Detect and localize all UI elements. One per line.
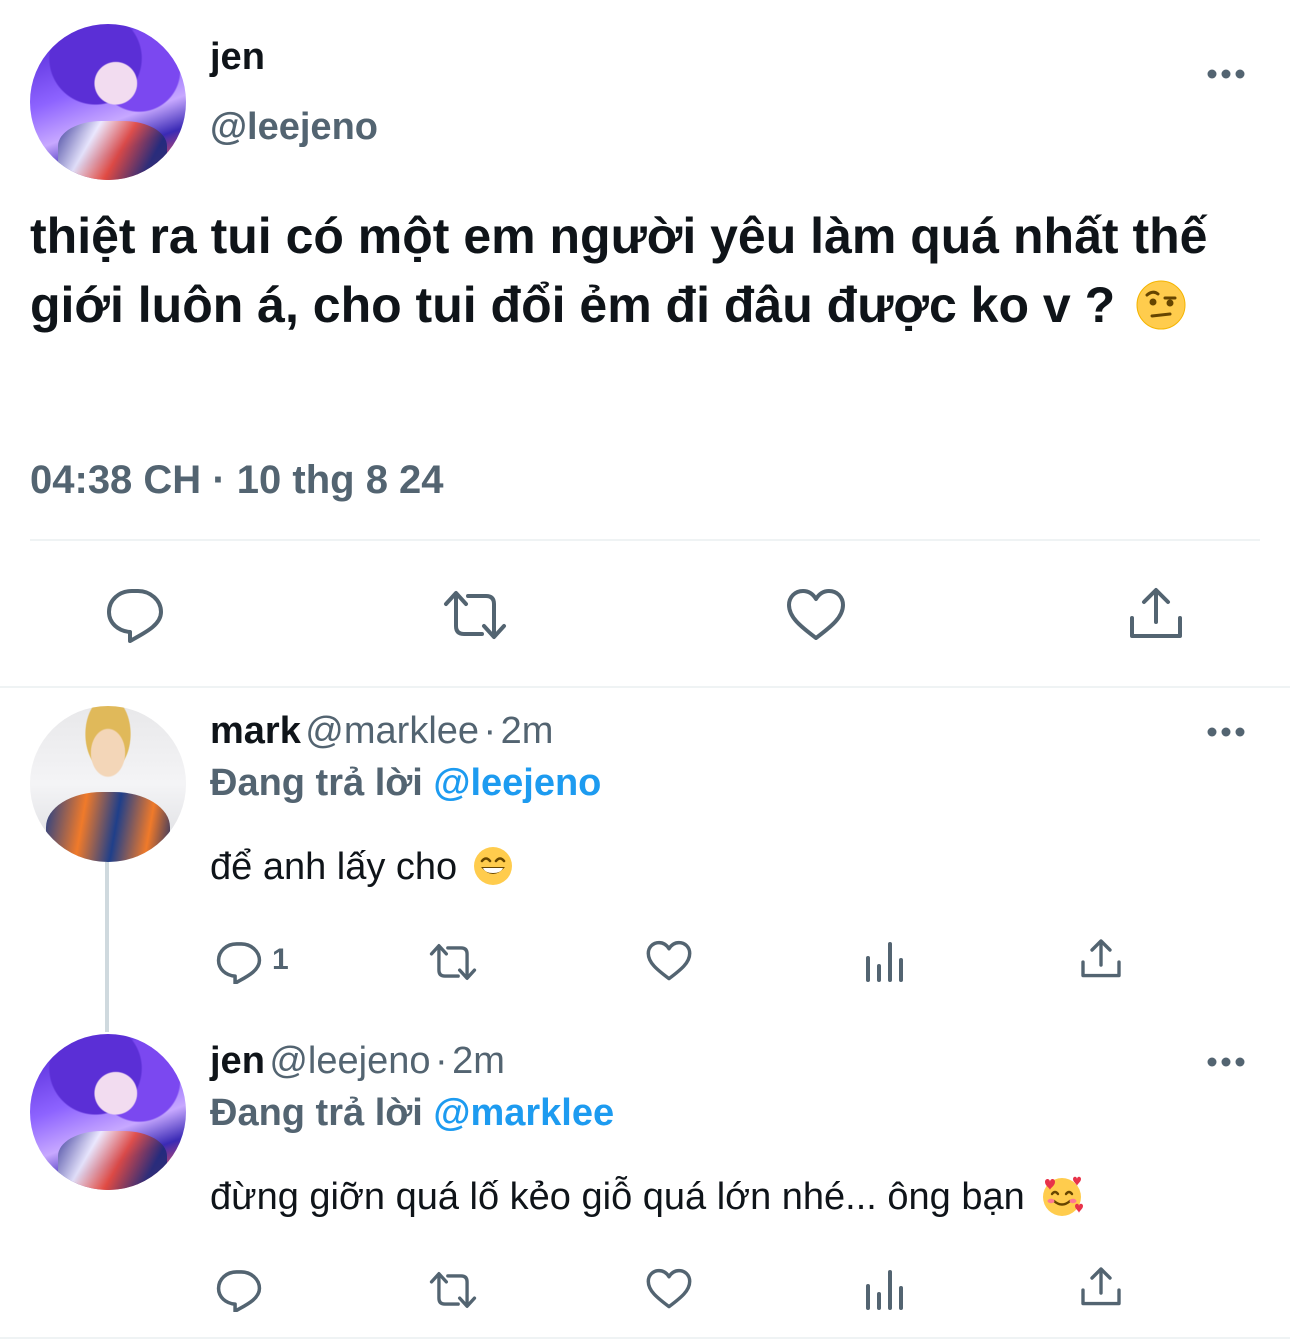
- thread-line: [105, 862, 109, 1032]
- reply-header: jen @leejeno · 2m: [210, 1040, 505, 1083]
- reply-author-name[interactable]: jen: [210, 1040, 265, 1082]
- retweet-icon[interactable]: [426, 942, 480, 982]
- divider: [30, 539, 1260, 541]
- grinning-face-emoji: [473, 846, 512, 885]
- reply-icon[interactable]: [216, 1268, 262, 1312]
- reply-avatar-jen[interactable]: [30, 1034, 186, 1190]
- reply-header: mark @marklee · 2m: [210, 710, 553, 753]
- tweet-time: 04:38 CH: [30, 458, 202, 502]
- reply-text-content: để anh lấy cho: [210, 846, 458, 888]
- divider: [0, 1337, 1290, 1339]
- more-options-icon[interactable]: [1206, 1056, 1246, 1068]
- replying-to-mention[interactable]: @leejeno: [433, 762, 601, 804]
- retweet-icon[interactable]: [426, 1270, 480, 1310]
- author-handle[interactable]: @leejeno: [210, 106, 378, 149]
- replying-to-label: Đang trả lời: [210, 1092, 423, 1134]
- more-options-icon[interactable]: [1206, 68, 1246, 80]
- like-icon[interactable]: [646, 940, 692, 982]
- reply-text: đừng giỡn quá lố kẻo giỗ quá lớn nhé... …: [210, 1176, 1085, 1219]
- retweet-icon[interactable]: [440, 588, 510, 642]
- tweet-timestamp[interactable]: 04:38 CH · 10 thg 8 24: [30, 458, 444, 503]
- reply-text: để anh lấy cho: [210, 846, 514, 889]
- face-with-raised-eyebrow-emoji: [1136, 280, 1186, 330]
- reply-author-name[interactable]: mark: [210, 710, 301, 752]
- replying-to-mention[interactable]: @marklee: [433, 1092, 614, 1134]
- author-avatar[interactable]: [30, 24, 186, 180]
- replying-to: Đang trả lời @marklee: [210, 1092, 614, 1135]
- like-icon[interactable]: [646, 1268, 692, 1310]
- share-icon[interactable]: [1080, 1266, 1122, 1308]
- tweet-text-content: thiệt ra tui có một em người yêu làm quá…: [30, 208, 1208, 333]
- replying-to-label: Đang trả lời: [210, 762, 423, 804]
- reply-age[interactable]: 2m: [452, 1040, 505, 1082]
- author-name[interactable]: jen: [210, 36, 265, 79]
- smiling-face-with-hearts-emoji: [1043, 1176, 1084, 1216]
- analytics-icon[interactable]: [864, 1268, 906, 1310]
- timestamp-separator: ·: [212, 458, 226, 502]
- tweet-text: thiệt ra tui có một em người yêu làm quá…: [30, 202, 1250, 340]
- more-options-icon[interactable]: [1206, 726, 1246, 738]
- analytics-icon[interactable]: [864, 940, 906, 982]
- share-icon[interactable]: [1080, 938, 1122, 980]
- replying-to: Đang trả lời @leejeno: [210, 762, 601, 805]
- reply-text-content: đừng giỡn quá lố kẻo giỗ quá lớn nhé... …: [210, 1176, 1025, 1218]
- reply-author-handle[interactable]: @leejeno: [269, 1040, 430, 1082]
- share-icon[interactable]: [1128, 586, 1184, 642]
- reply-icon[interactable]: [216, 940, 262, 984]
- divider: [0, 686, 1290, 688]
- like-icon[interactable]: [786, 588, 846, 642]
- reply-age[interactable]: 2m: [501, 710, 554, 752]
- reply-meta-separator: ·: [483, 710, 497, 752]
- reply-count: 1: [272, 943, 289, 976]
- tweet-date: 10 thg 8 24: [236, 458, 444, 502]
- reply-author-handle[interactable]: @marklee: [305, 710, 479, 752]
- reply-avatar-mark[interactable]: [30, 706, 186, 862]
- reply-icon[interactable]: [106, 586, 164, 644]
- reply-meta-separator: ·: [434, 1040, 448, 1082]
